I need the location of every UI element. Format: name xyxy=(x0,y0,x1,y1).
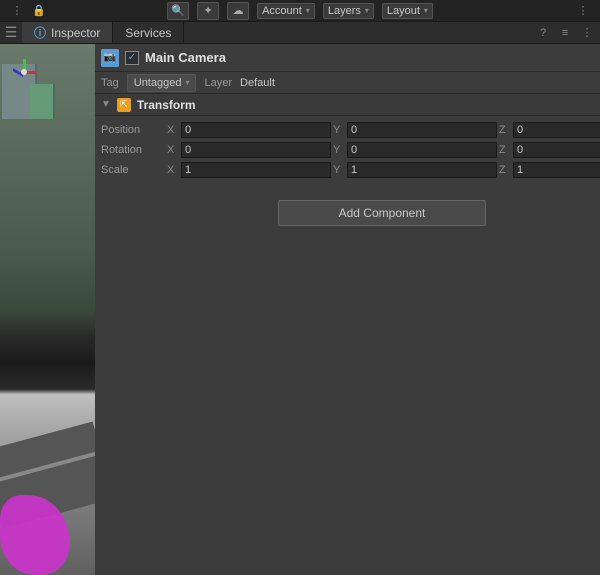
object-header: 📷 ✓ Main Camera Static ▾ xyxy=(95,44,600,72)
tab-right-icons: ? ≡ ⋮ xyxy=(534,22,600,43)
cloud-icon[interactable]: ☁ xyxy=(227,2,249,20)
lighting-icon[interactable]: ✦ xyxy=(197,2,219,20)
transform-title: Transform xyxy=(137,98,600,112)
position-y-letter: Y xyxy=(333,124,345,136)
position-x-input[interactable] xyxy=(181,122,331,138)
layers-chevron-icon: ▾ xyxy=(365,6,369,15)
info-icon: ⓘ xyxy=(34,24,46,41)
transform-section: ▼ ⇱ Transform ? ≡ ⋮ Position X xyxy=(95,94,600,184)
layer-label: Layer xyxy=(204,77,232,89)
account-label: Account xyxy=(262,5,302,17)
scale-y-input[interactable] xyxy=(347,162,497,178)
scale-label: Scale xyxy=(101,164,161,176)
rotation-x-letter: X xyxy=(167,144,179,156)
object-enabled-checkbox[interactable]: ✓ xyxy=(125,51,139,65)
toolbar-right: ⋮ xyxy=(574,2,592,20)
tab-spacer xyxy=(184,22,534,43)
collapse-arrow-icon: ▼ xyxy=(101,99,111,110)
position-z-input[interactable] xyxy=(513,122,600,138)
layout-chevron-icon: ▾ xyxy=(424,6,428,15)
tag-chevron-icon: ▾ xyxy=(185,78,189,87)
building-2 xyxy=(30,84,55,119)
scene-panel xyxy=(0,44,95,575)
tag-dropdown[interactable]: Untagged ▾ xyxy=(127,74,197,92)
scale-x-letter: X xyxy=(167,164,179,176)
object-name: Main Camera xyxy=(145,50,600,65)
position-y-input[interactable] xyxy=(347,122,497,138)
transform-fields: Position X Y Z xyxy=(95,116,600,184)
position-row: Position X Y Z xyxy=(95,120,600,140)
inspector-tab-label: Inspector xyxy=(51,26,100,40)
rotation-y-input[interactable] xyxy=(347,142,497,158)
layer-value: Default xyxy=(240,77,275,89)
layout-label: Layout xyxy=(387,5,420,17)
overflow-menu-icon[interactable]: ⋮ xyxy=(574,2,592,20)
tab-collapse-icon[interactable]: ☰ xyxy=(0,22,22,43)
position-y-field: Y xyxy=(333,122,497,138)
rotation-row: Rotation X Y Z xyxy=(95,140,600,160)
layout-dropdown[interactable]: Layout ▾ xyxy=(382,3,433,19)
toolbar-left: ⋮ 🔒 xyxy=(8,2,48,20)
rotation-y-field: Y xyxy=(333,142,497,158)
add-component-button[interactable]: Add Component xyxy=(278,200,487,226)
scale-z-field: Z xyxy=(499,162,600,178)
rotation-z-field: Z xyxy=(499,142,600,158)
position-x-letter: X xyxy=(167,124,179,136)
camera-icon: 📷 xyxy=(101,49,119,67)
lock-icon[interactable]: 🔒 xyxy=(30,2,48,20)
top-toolbar: ⋮ 🔒 🔍 ✦ ☁ Account ▾ Layers ▾ Layout ▾ ⋮ xyxy=(0,0,600,22)
layers-dropdown[interactable]: Layers ▾ xyxy=(323,3,374,19)
search-icon[interactable]: 🔍 xyxy=(167,2,189,20)
tag-label: Tag xyxy=(101,77,119,89)
scale-xyz-group: X Y Z xyxy=(167,162,600,178)
tab-bar: ☰ ⓘ Inspector Services ? ≡ ⋮ xyxy=(0,22,600,44)
scene-background xyxy=(0,44,95,575)
checkmark-icon: ✓ xyxy=(128,52,136,63)
transform-icon: ⇱ xyxy=(117,98,131,112)
rotation-z-input[interactable] xyxy=(513,142,600,158)
tab-inspector[interactable]: ⓘ Inspector xyxy=(22,22,113,43)
add-component-area: Add Component xyxy=(95,184,600,242)
tab-menu-icon[interactable]: ⋮ xyxy=(578,24,596,42)
scale-z-input[interactable] xyxy=(513,162,600,178)
main-area: 📷 ✓ Main Camera Static ▾ Tag Untagged ▾ … xyxy=(0,44,600,575)
position-z-field: Z xyxy=(499,122,600,138)
settings-icon[interactable]: ≡ xyxy=(556,24,574,42)
tag-value: Untagged xyxy=(134,77,182,89)
menu-icon[interactable]: ⋮ xyxy=(8,2,26,20)
toolbar-center: 🔍 ✦ ☁ Account ▾ Layers ▾ Layout ▾ xyxy=(167,2,433,20)
position-x-field: X xyxy=(167,122,331,138)
axis-gizmo xyxy=(10,59,40,89)
scale-y-letter: Y xyxy=(333,164,345,176)
account-dropdown[interactable]: Account ▾ xyxy=(257,3,315,19)
account-chevron-icon: ▾ xyxy=(306,6,310,15)
position-z-letter: Z xyxy=(499,124,511,136)
rotation-y-letter: Y xyxy=(333,144,345,156)
scale-x-field: X xyxy=(167,162,331,178)
transform-header[interactable]: ▼ ⇱ Transform ? ≡ ⋮ xyxy=(95,94,600,116)
rotation-z-letter: Z xyxy=(499,144,511,156)
tag-layer-row: Tag Untagged ▾ Layer Default xyxy=(95,72,600,94)
scale-row: Scale X Y Z xyxy=(95,160,600,180)
rotation-xyz-group: X Y Z xyxy=(167,142,600,158)
position-label: Position xyxy=(101,124,161,136)
inspector-panel: 📷 ✓ Main Camera Static ▾ Tag Untagged ▾ … xyxy=(95,44,600,575)
scale-x-input[interactable] xyxy=(181,162,331,178)
tab-services[interactable]: Services xyxy=(113,22,184,43)
services-tab-label: Services xyxy=(125,26,171,40)
scale-z-letter: Z xyxy=(499,164,511,176)
help-icon[interactable]: ? xyxy=(534,24,552,42)
rotation-label: Rotation xyxy=(101,144,161,156)
scale-y-field: Y xyxy=(333,162,497,178)
rotation-x-input[interactable] xyxy=(181,142,331,158)
gizmo-center xyxy=(21,69,27,75)
position-xyz-group: X Y Z xyxy=(167,122,600,138)
rotation-x-field: X xyxy=(167,142,331,158)
layers-label: Layers xyxy=(328,5,361,17)
